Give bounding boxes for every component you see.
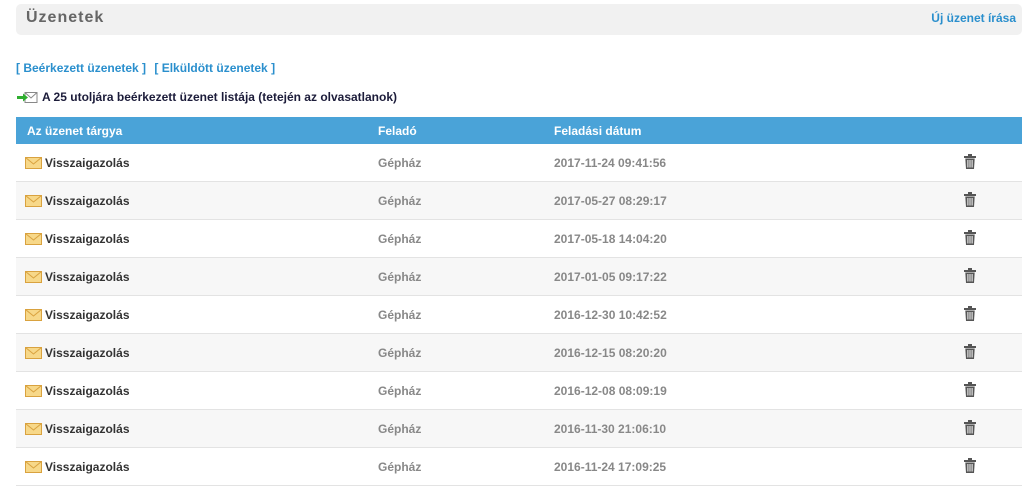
envelope-icon [25,346,42,359]
sender-cell: Gépház [378,219,554,258]
date-cell: 2016-12-15 08:20:20 [554,333,954,372]
table-header-row: Az üzenet tárgya Feladó Feladási dátum [16,117,1022,144]
column-header-date[interactable]: Feladási dátum [554,117,954,144]
subject-link[interactable]: Visszaigazolás [25,194,378,208]
subject-cell[interactable]: Visszaigazolás [16,333,378,372]
subject-link[interactable]: Visszaigazolás [25,232,378,246]
trash-icon[interactable] [964,381,976,400]
envelope-icon [25,384,42,397]
table-row[interactable]: Visszaigazolás Gépház 2016-11-30 21:06:10 [16,409,1022,448]
sender-cell: Gépház [378,181,554,220]
date-cell: 2016-12-08 08:09:19 [554,371,954,410]
subject-text: Visszaigazolás [45,307,130,322]
inbox-link[interactable]: [ Beérkezett üzenetek ] [16,61,146,75]
actions-cell [954,371,1022,410]
subject-cell[interactable]: Visszaigazolás [16,219,378,258]
subject-cell[interactable]: Visszaigazolás [16,295,378,334]
actions-cell [954,295,1022,334]
actions-cell [954,447,1022,486]
list-caption-text: A 25 utoljára beérkezett üzenet listája … [42,90,398,104]
table-row[interactable]: Visszaigazolás Gépház 2016-11-24 17:09:25 [16,447,1022,486]
subject-text: Visszaigazolás [45,231,130,246]
subject-text: Visszaigazolás [45,383,130,398]
subject-text: Visszaigazolás [45,269,130,284]
envelope-icon [25,232,42,245]
messages-table: Az üzenet tárgya Feladó Feladási dátum V… [16,117,1022,486]
date-cell: 2016-11-30 21:06:10 [554,409,954,448]
column-header-sender[interactable]: Feladó [378,117,554,144]
subject-link[interactable]: Visszaigazolás [25,346,378,360]
actions-cell [954,257,1022,296]
subject-text: Visszaigazolás [45,421,130,436]
trash-icon[interactable] [964,343,976,362]
date-cell: 2017-05-18 14:04:20 [554,219,954,258]
column-header-subject[interactable]: Az üzenet tárgya [16,117,378,144]
table-row[interactable]: Visszaigazolás Gépház 2016-12-08 08:09:19 [16,371,1022,410]
actions-cell [954,333,1022,372]
subject-text: Visszaigazolás [45,459,130,474]
subject-cell[interactable]: Visszaigazolás [16,257,378,296]
envelope-icon [25,270,42,283]
envelope-icon [25,156,42,169]
table-row[interactable]: Visszaigazolás Gépház 2017-05-27 08:29:17 [16,181,1022,220]
date-cell: 2017-05-27 08:29:17 [554,181,954,220]
sender-cell: Gépház [378,295,554,334]
column-header-actions [954,117,1022,144]
table-row[interactable]: Visszaigazolás Gépház 2016-12-30 10:42:52 [16,295,1022,334]
subject-link[interactable]: Visszaigazolás [25,156,378,170]
folder-links: [ Beérkezett üzenetek ] [ Elküldött üzen… [16,61,275,75]
actions-cell [954,181,1022,220]
new-message-link[interactable]: Új üzenet írása [931,11,1016,25]
envelope-icon [25,422,42,435]
subject-text: Visszaigazolás [45,345,130,360]
date-cell: 2016-11-24 17:09:25 [554,447,954,486]
trash-icon[interactable] [964,267,976,286]
subject-cell[interactable]: Visszaigazolás [16,409,378,448]
list-caption: A 25 utoljára beérkezett üzenet listája … [16,90,397,104]
subject-link[interactable]: Visszaigazolás [25,422,378,436]
subject-cell[interactable]: Visszaigazolás [16,447,378,486]
envelope-icon [25,194,42,207]
messages-table-body: Visszaigazolás Gépház 2017-11-24 09:41:56 V… [16,144,1022,486]
date-cell: 2017-11-24 09:41:56 [554,144,954,182]
table-row[interactable]: Visszaigazolás Gépház 2016-12-15 08:20:20 [16,333,1022,372]
trash-icon[interactable] [964,229,976,248]
sender-cell: Gépház [378,144,554,182]
subject-cell[interactable]: Visszaigazolás [16,181,378,220]
date-cell: 2017-01-05 09:17:22 [554,257,954,296]
actions-cell [954,409,1022,448]
actions-cell [954,219,1022,258]
subject-link[interactable]: Visszaigazolás [25,460,378,474]
sender-cell: Gépház [378,447,554,486]
trash-icon[interactable] [964,419,976,438]
trash-icon[interactable] [964,191,976,210]
sender-cell: Gépház [378,409,554,448]
table-row[interactable]: Visszaigazolás Gépház 2017-01-05 09:17:22 [16,257,1022,296]
subject-text: Visszaigazolás [45,155,130,170]
table-row[interactable]: Visszaigazolás Gépház 2017-05-18 14:04:20 [16,219,1022,258]
subject-cell[interactable]: Visszaigazolás [16,371,378,410]
subject-link[interactable]: Visszaigazolás [25,384,378,398]
envelope-icon [25,308,42,321]
sender-cell: Gépház [378,371,554,410]
sender-cell: Gépház [378,257,554,296]
date-cell: 2016-12-30 10:42:52 [554,295,954,334]
sender-cell: Gépház [378,333,554,372]
trash-icon[interactable] [964,457,976,476]
page-title: Üzenetek [26,9,105,26]
envelope-icon [25,460,42,473]
subject-text: Visszaigazolás [45,193,130,208]
subject-link[interactable]: Visszaigazolás [25,308,378,322]
trash-icon[interactable] [964,153,976,172]
sent-link[interactable]: [ Elküldött üzenetek ] [154,61,275,75]
incoming-mail-icon [17,91,38,103]
trash-icon[interactable] [964,305,976,324]
page-header: Üzenetek Új üzenet írása [16,4,1022,35]
subject-link[interactable]: Visszaigazolás [25,270,378,284]
table-row[interactable]: Visszaigazolás Gépház 2017-11-24 09:41:56 [16,144,1022,182]
actions-cell [954,144,1022,182]
subject-cell[interactable]: Visszaigazolás [16,144,378,182]
